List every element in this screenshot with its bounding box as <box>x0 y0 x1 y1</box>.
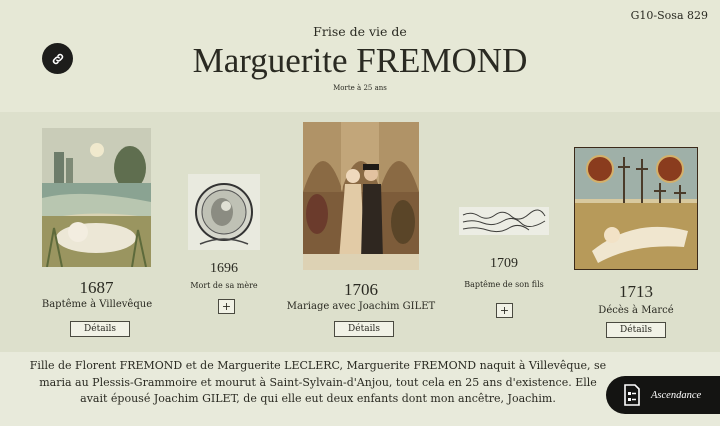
details-button[interactable]: Détails <box>70 321 130 337</box>
family-tree-document-icon <box>624 384 640 406</box>
event-label: Baptême à Villevêque <box>41 299 153 310</box>
event-label: Baptême de son fils <box>464 280 544 289</box>
event-label: Mort de sa mère <box>190 281 258 290</box>
page-title: Marguerite FREMOND <box>192 41 528 80</box>
details-button[interactable]: Détails <box>334 321 394 337</box>
event-year: 1709 <box>490 256 518 271</box>
event-label: Mariage avec Joachim GILET <box>286 301 436 312</box>
sosa-number: G10-Sosa 829 <box>630 9 708 22</box>
expand-button[interactable]: + <box>496 303 513 318</box>
event-year: 1713 <box>619 282 653 301</box>
biography-text: Fille de Florent FREMOND et de Marguerit… <box>29 359 607 405</box>
event-year: 1696 <box>210 261 238 276</box>
expand-button[interactable]: + <box>218 299 235 314</box>
age-note: Morte à 25 ans <box>333 84 387 92</box>
event-label: Décès à Marcé <box>598 305 674 316</box>
ascendance-label: Ascendance <box>651 389 702 401</box>
event-year: 1706 <box>344 280 378 299</box>
event-year: 1687 <box>79 278 114 297</box>
mother-death-image <box>188 174 260 250</box>
ascendance-button[interactable]: Ascendance <box>606 376 720 414</box>
wedding-image <box>303 122 419 270</box>
son-baptism-image <box>459 207 549 235</box>
details-button[interactable]: Détails <box>606 322 666 338</box>
page-subtitle: Frise de vie de <box>313 24 407 39</box>
baptism-image <box>42 128 151 267</box>
death-image <box>574 147 698 270</box>
